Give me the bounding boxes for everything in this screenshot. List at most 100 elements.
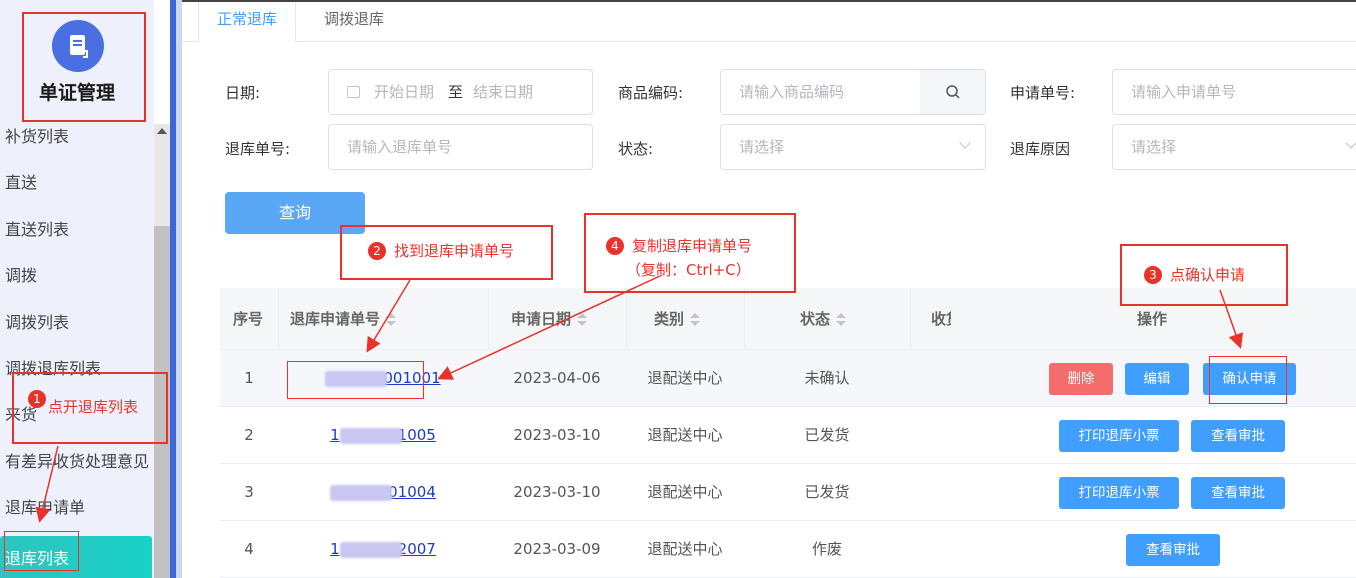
reason-select[interactable]: 请选择 [1112, 124, 1356, 170]
view-approval-button[interactable]: 查看审批 [1191, 420, 1285, 452]
view-approval-button[interactable]: 查看审批 [1126, 534, 1220, 566]
annotation-apply-no-box [287, 361, 424, 399]
table-row: 4 1 2007 2023-03-09 退配送中心 作废 查看审批 [220, 521, 1356, 578]
date-end-placeholder: 结束日期 [473, 83, 534, 101]
status-label: 状态: [618, 140, 654, 158]
print-receipt-button[interactable]: 打印退库小票 [1059, 477, 1179, 509]
return-table: 序号 退库申请单号 申请日期 类别 状态 收货 操作 1 001001 2023… [220, 288, 1356, 578]
table-row: 3 01004 2023-03-10 退配送中心 已发货 打印退库小票 查看审批 [220, 464, 1356, 521]
chevron-down-icon [959, 137, 971, 149]
redacted-mask [339, 427, 402, 444]
apply-no-cell[interactable]: 1 1005 [278, 407, 488, 463]
col-divider [278, 288, 279, 350]
sidebar-item-direct-list[interactable]: 直送列表 [0, 207, 154, 253]
search-icon [945, 85, 960, 99]
annotation-step4: 4 复制退库申请单号 [606, 235, 752, 256]
apply-no-label: 申请单号: [1010, 84, 1076, 102]
status-placeholder: 请选择 [739, 138, 785, 156]
col-apply-date[interactable]: 申请日期 [511, 288, 588, 350]
sort-icon[interactable] [836, 312, 847, 327]
col-category[interactable]: 类别 [654, 288, 701, 350]
status-cell: 作废 [811, 540, 842, 558]
annotation-step2: 2 找到退库申请单号 [368, 240, 514, 261]
col-status-text: 状态 [800, 310, 831, 328]
apply-no-link[interactable]: 1 1005 [330, 426, 436, 444]
row-index: 3 [244, 483, 254, 501]
col-divider [744, 288, 745, 350]
sort-icon[interactable] [577, 312, 588, 327]
sort-icon[interactable] [386, 312, 397, 327]
sidebar-scrollbar[interactable] [154, 124, 170, 578]
col-category-text: 类别 [654, 310, 685, 328]
view-approval-button[interactable]: 查看审批 [1191, 477, 1285, 509]
date-range-input[interactable]: 开始日期至结束日期 [328, 69, 593, 115]
annotation-step1-text: 点开退库列表 [48, 398, 139, 416]
calendar-icon [347, 86, 360, 98]
col-divider [626, 288, 627, 350]
step-number-3: 3 [1144, 266, 1162, 284]
col-divider [488, 288, 489, 350]
annotation-confirm-box [1209, 356, 1287, 404]
delete-button[interactable]: 删除 [1049, 363, 1113, 395]
return-no-label: 退库单号: [225, 140, 291, 158]
date-start-placeholder: 开始日期 [374, 83, 435, 101]
apply-no-suffix: 1005 [397, 426, 436, 444]
row-index: 1 [244, 369, 254, 387]
sidebar-item-direct[interactable]: 直送 [0, 160, 154, 206]
apply-no-input[interactable]: 请输入申请单号 [1112, 69, 1356, 115]
annotation-step4-subtext: （复制：Ctrl+C） [626, 261, 751, 279]
sort-icon[interactable] [690, 312, 701, 327]
col-apply-no-text: 退库申请单号 [290, 310, 381, 328]
print-receipt-button[interactable]: 打印退库小票 [1059, 420, 1179, 452]
tab-transfer-return[interactable]: 调拨退库 [304, 2, 404, 42]
sku-input[interactable]: 请输入商品编码 [720, 69, 922, 115]
annotation-step2-text: 找到退库申请单号 [394, 242, 515, 260]
sku-search-button[interactable] [920, 69, 986, 115]
col-apply-no[interactable]: 退库申请单号 [290, 288, 397, 350]
tab-normal-return[interactable]: 正常退库 [198, 2, 296, 42]
step-number-4: 4 [606, 237, 624, 255]
apply-no-link[interactable]: 1 2007 [330, 540, 436, 558]
apply-no-cell[interactable]: 1 2007 [278, 521, 488, 577]
tab-bar: 正常退库 调拨退库 [182, 2, 1356, 42]
app-root: 单证管理 补货列表 直送 直送列表 调拨 调拨列表 调拨退库列表 来货 有差异收… [0, 0, 1356, 578]
category-cell: 退配送中心 [647, 483, 723, 501]
category-cell: 退配送中心 [647, 426, 723, 444]
status-cell: 未确认 [804, 369, 850, 387]
status-select[interactable]: 请选择 [720, 124, 986, 170]
apply-date-cell: 2023-03-09 [513, 540, 601, 558]
col-receive: 收货 [931, 310, 951, 328]
annotation-module-box [22, 12, 146, 122]
scroll-up-icon[interactable] [157, 128, 167, 134]
date-label: 日期: [225, 84, 261, 102]
col-divider [910, 288, 911, 350]
sidebar-menu: 补货列表 直送 直送列表 调拨 调拨列表 调拨退库列表 来货 有差异收货处理意见… [0, 114, 154, 578]
apply-no-suffix: 01004 [388, 483, 436, 501]
apply-date-cell: 2023-04-06 [513, 369, 601, 387]
reason-placeholder: 请选择 [1131, 138, 1177, 156]
sidebar-item-discrepancy[interactable]: 有差异收货处理意见 [0, 439, 154, 485]
sidebar-item-transfer-list[interactable]: 调拨列表 [0, 300, 154, 346]
annotation-step3-text: 点确认申请 [1170, 266, 1246, 284]
apply-no-prefix: 1 [330, 540, 340, 558]
return-no-input[interactable]: 请输入退库单号 [328, 124, 593, 170]
apply-date-cell: 2023-03-10 [513, 483, 601, 501]
category-cell: 退配送中心 [647, 540, 723, 558]
redacted-mask [339, 541, 402, 558]
date-separator: 至 [448, 83, 464, 101]
redacted-mask [330, 484, 393, 501]
sidebar-item-return-request[interactable]: 退库申请单 [0, 485, 154, 531]
sku-label: 商品编码: [618, 84, 684, 102]
row-index: 4 [244, 540, 254, 558]
col-index: 序号 [233, 310, 264, 328]
apply-no-cell[interactable]: 01004 [278, 464, 488, 520]
sidebar-item-transfer[interactable]: 调拨 [0, 253, 154, 299]
edit-button[interactable]: 编辑 [1125, 363, 1189, 395]
step-number-1: 1 [28, 390, 46, 408]
annotation-step1: 1 点开退库列表 [28, 388, 144, 416]
annotation-step4-text: 复制退库申请单号 [632, 237, 753, 255]
col-status[interactable]: 状态 [800, 288, 847, 350]
status-cell: 已发货 [804, 483, 850, 501]
apply-no-link[interactable]: 01004 [330, 483, 436, 501]
step-number-2: 2 [368, 242, 386, 260]
